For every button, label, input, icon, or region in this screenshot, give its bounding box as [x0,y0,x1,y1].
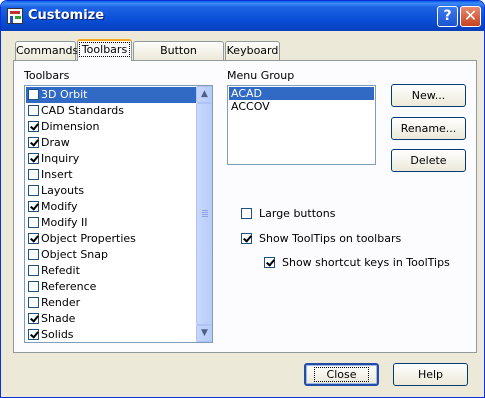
large-buttons-checkbox[interactable] [241,208,252,219]
toolbar-checkbox[interactable] [28,201,39,212]
toolbar-checkbox[interactable] [28,153,39,164]
toolbar-checkbox[interactable] [28,313,39,324]
scroll-up-icon[interactable]: ▲ [196,86,212,103]
toolbar-label: Reference [41,280,97,293]
toolbar-checkbox[interactable] [28,105,39,116]
toolbar-checkbox[interactable] [28,89,39,100]
toolbar-list-item[interactable]: Dimension [26,119,196,135]
toolbar-list-item[interactable]: Refedit [26,263,196,279]
close-button-label: Close [313,367,370,382]
toolbar-checkbox[interactable] [28,265,39,276]
app-icon [7,8,23,24]
toolbar-label: CAD Standards [41,104,124,117]
toolbar-list-item[interactable]: Insert [26,167,196,183]
toolbars-heading: Toolbars [24,69,70,82]
toolbar-checkbox[interactable] [28,329,39,340]
toolbar-label: Insert [41,168,73,181]
tab-commands[interactable]: Commands [15,41,79,60]
tab-label: Keyboard [226,44,279,57]
toolbar-label: Object Snap [41,248,108,261]
scroll-down-icon[interactable]: ▼ [196,325,212,342]
toolbar-label: Inquiry [41,152,80,165]
delete-button-label: Delete [410,154,447,167]
new-button[interactable]: New... [391,84,466,107]
toolbar-list-item[interactable]: Modify [26,199,196,215]
window-title: Customize [28,8,105,23]
help-button[interactable]: Help [393,363,468,386]
scrollbar-thumb[interactable] [196,103,212,325]
toolbar-list-item[interactable]: CAD Standards [26,103,196,119]
tab-keyboard[interactable]: Keyboard [225,41,280,60]
tab-toolbars[interactable]: Toolbars [77,39,132,61]
toolbar-label: Solids [41,328,74,341]
customize-dialog: Customize ? ✕ Commands Toolbars Button P… [0,0,485,398]
toolbar-list-item[interactable]: Object Properties [26,231,196,247]
toolbar-checkbox[interactable] [28,233,39,244]
toolbar-label: Dimension [41,120,100,133]
large-buttons-label: Large buttons [259,207,336,220]
help-icon[interactable]: ? [437,6,458,27]
tab-label: Toolbars [78,42,131,57]
menu-group-heading: Menu Group [227,69,295,82]
list-scrollbar[interactable]: ▲ ▼ [196,86,212,342]
toolbar-checkbox[interactable] [28,297,39,308]
menu-group-label: ACCOV [231,100,270,113]
tab-button-properties[interactable]: Button Properties [133,41,224,74]
toolbar-label: Layouts [41,184,85,197]
menu-group-label: ACAD [231,87,263,100]
toolbar-label: Shade [41,312,76,325]
new-button-label: New... [411,89,446,102]
menu-group-item-accov[interactable]: ACCOV [229,100,374,113]
toolbar-checkbox[interactable] [28,249,39,260]
toolbar-list-item[interactable]: Draw [26,135,196,151]
toolbar-checkbox[interactable] [28,185,39,196]
toolbar-list-item[interactable]: Object Snap [26,247,196,263]
toolbar-list-item[interactable]: Modify II [26,215,196,231]
toolbar-list-item[interactable]: Reference [26,279,196,295]
toolbars-listbox[interactable]: Solids Shade Render Reference Refedit Object … [24,85,213,343]
toolbar-label: Render [41,296,81,309]
toolbar-label: Modify [41,200,78,213]
toolbar-label: Modify II [41,216,88,229]
toolbar-label: 3D Orbit [41,88,88,101]
menu-group-listbox[interactable]: ACAD ACCOV [227,85,376,165]
toolbar-label: Object Properties [41,232,136,245]
delete-button[interactable]: Delete [391,149,466,172]
toolbar-list-item[interactable]: Render [26,295,196,311]
show-shortcut-keys-label: Show shortcut keys in ToolTips [282,256,450,269]
toolbar-label: Draw [41,136,70,149]
toolbar-list-item[interactable]: 3D Orbit [26,87,196,103]
show-shortcut-keys-checkbox[interactable] [264,257,275,268]
toolbar-checkbox[interactable] [28,217,39,228]
toolbar-checkbox[interactable] [28,121,39,132]
toolbar-list-item[interactable]: Inquiry [26,151,196,167]
menu-group-item-acad[interactable]: ACAD [229,87,374,100]
toolbar-label: Refedit [41,264,80,277]
tab-label: Commands [16,44,79,57]
toolbar-checkbox[interactable] [28,137,39,148]
toolbar-list-item[interactable]: Layouts [26,183,196,199]
show-tooltips-label: Show ToolTips on toolbars [259,232,402,245]
close-icon[interactable]: ✕ [460,6,481,27]
close-button[interactable]: Close [304,363,379,386]
title-bar[interactable]: Customize ? ✕ [1,1,484,31]
toolbar-checkbox[interactable] [28,169,39,180]
show-tooltips-checkbox[interactable] [241,233,252,244]
rename-button[interactable]: Rename... [391,117,466,140]
toolbar-checkbox[interactable] [28,281,39,292]
rename-button-label: Rename... [400,122,457,135]
toolbar-list-item[interactable]: Shade [26,311,196,327]
help-button-label: Help [417,368,444,381]
toolbar-list-item[interactable]: Solids [26,327,196,342]
